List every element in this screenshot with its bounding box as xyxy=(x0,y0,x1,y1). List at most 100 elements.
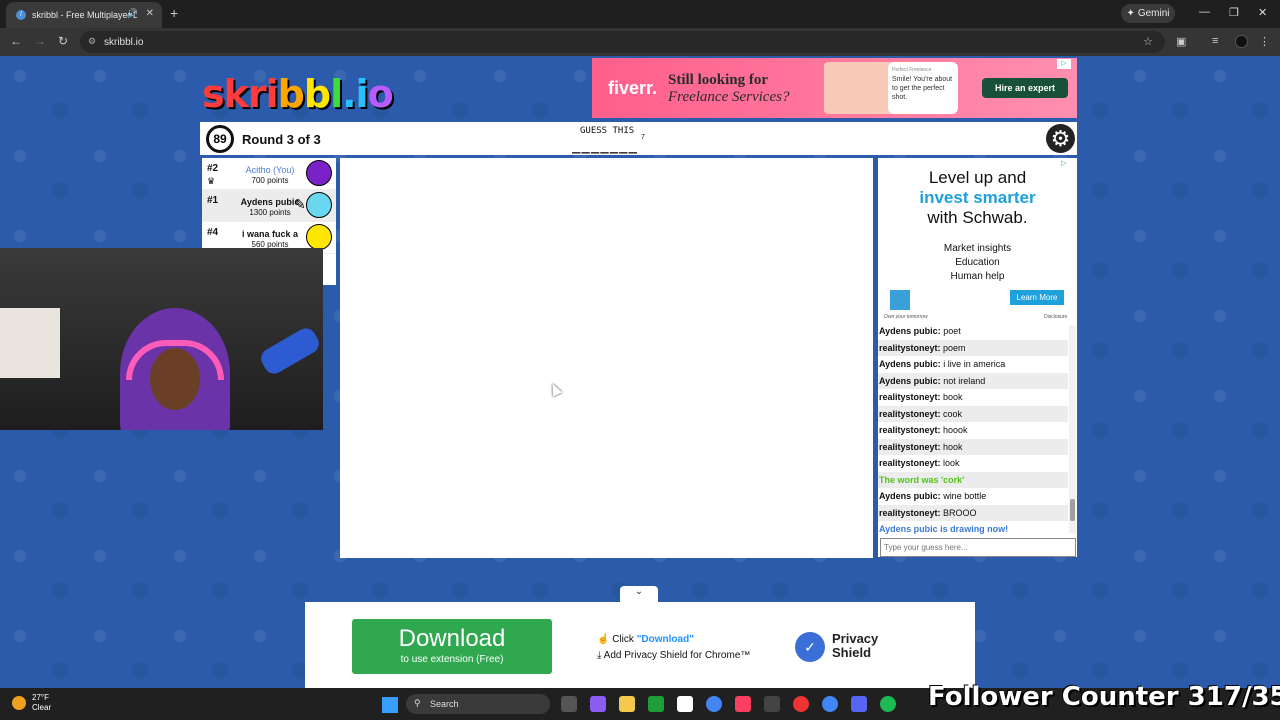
chat-text: hook xyxy=(940,441,963,452)
chat-message: Aydens pubic: poet xyxy=(878,323,1068,340)
fiverr-headline-line1: Still looking for xyxy=(668,72,769,88)
schwab-logo xyxy=(890,290,910,310)
learn-more-button[interactable]: Learn More xyxy=(1010,290,1064,305)
schwab-item: Education xyxy=(955,257,1000,268)
bookmark-star-icon[interactable]: ☆ xyxy=(1143,35,1153,48)
fiverr-bubble: Perfect Freelance Smile! You're about to… xyxy=(888,62,958,114)
new-tab-button[interactable]: + xyxy=(170,5,178,21)
chat-text: BROOO xyxy=(940,507,977,518)
step1-link: "Download" xyxy=(636,634,694,645)
schwab-headline: Level up and invest smarter with Schwab. xyxy=(878,168,1077,228)
windows-start-icon[interactable] xyxy=(382,697,398,713)
spotify-icon[interactable] xyxy=(880,696,896,712)
menu-icon[interactable]: ⋮ xyxy=(1259,35,1270,48)
chat-log: Aydens pubic: poet realitystoneyt: poem … xyxy=(878,323,1077,535)
weather-temp: 27°F xyxy=(32,693,49,702)
site-info-icon[interactable]: ⚙ xyxy=(88,36,96,47)
reload-icon[interactable]: ↻ xyxy=(58,34,68,48)
download-button[interactable]: Download to use extension (Free) xyxy=(352,619,552,674)
cam-background-poster xyxy=(0,308,60,378)
profile-avatar[interactable] xyxy=(1235,35,1248,48)
gemini-label: Gemini xyxy=(1137,8,1170,19)
schwab-item: Human help xyxy=(950,271,1005,282)
media-control-icon[interactable]: ≡ xyxy=(1212,35,1218,47)
settings-gear-icon[interactable]: ⚙ xyxy=(1046,124,1075,153)
file-explorer-icon[interactable] xyxy=(619,696,635,712)
taskbar-search[interactable]: ⚲ Search xyxy=(406,694,550,714)
fiverr-ad[interactable]: fiverr. Still looking for Freelance Serv… xyxy=(592,58,1077,118)
download-label: Download xyxy=(398,625,506,652)
crown-icon: ♛ xyxy=(207,176,216,186)
app-icon[interactable] xyxy=(764,696,780,712)
player-row[interactable]: #2 ♛ Acitho (You) 700 points xyxy=(202,158,336,190)
schwab-tagline: Own your tomorrow xyxy=(884,314,928,320)
forward-icon[interactable]: → xyxy=(34,34,46,48)
gemini-button[interactable]: ✦ Gemini xyxy=(1121,4,1175,23)
store-icon[interactable] xyxy=(677,696,693,712)
app-red-icon[interactable] xyxy=(793,696,809,712)
chat-scrollbar[interactable] xyxy=(1069,325,1076,533)
follower-counter-overlay: Follower Counter 317/350 xyxy=(928,682,1280,712)
game-header: 89 Round 3 of 3 GUESS THIS _______ 7 ⚙ xyxy=(200,122,1077,155)
player-points: 700 points xyxy=(251,176,289,185)
music-icon[interactable] xyxy=(735,696,751,712)
chat-message: realitystoneyt: BROOO xyxy=(878,504,1068,521)
fiverr-headline: Still looking for Freelance Services? xyxy=(668,72,789,106)
chat-message: realitystoneyt: cook xyxy=(878,405,1068,422)
chat-text: wine bottle xyxy=(940,491,987,501)
back-icon[interactable]: ← xyxy=(10,34,22,48)
disclosure-link[interactable]: Disclosure xyxy=(1044,314,1067,320)
pencil-icon: ✎ xyxy=(294,196,306,212)
weather-widget[interactable]: 27°F Clear xyxy=(12,693,51,713)
privacy-shield-banner: Download to use extension (Free) ☝ Click… xyxy=(305,602,975,688)
guess-input[interactable] xyxy=(880,538,1076,557)
word-hint: _______ xyxy=(572,138,639,154)
player-rank: #2 xyxy=(207,163,219,174)
scrollbar-thumb[interactable] xyxy=(1070,499,1075,521)
chrome-icon[interactable] xyxy=(706,696,722,712)
player-row[interactable]: #1 Aydens pubic 1300 points ✎ xyxy=(202,190,336,222)
chat-message: realitystoneyt: hoook xyxy=(878,422,1068,439)
minimize-icon[interactable]: — xyxy=(1199,6,1210,18)
taskbar-search-label: Search xyxy=(430,699,459,709)
chat-text: hoook xyxy=(940,425,968,435)
ad-choices-icon[interactable]: ▷ xyxy=(1057,59,1071,69)
xbox-icon[interactable] xyxy=(648,696,664,712)
webcam-overlay xyxy=(0,248,323,430)
close-window-icon[interactable]: ✕ xyxy=(1258,6,1267,19)
chat-message: Aydens pubic: not ireland xyxy=(878,372,1068,389)
schwab-item: Market insights xyxy=(943,243,1012,254)
maximize-icon[interactable]: ❐ xyxy=(1229,6,1239,19)
word-length: 7 xyxy=(641,134,645,141)
chat-user: realitystoneyt: xyxy=(879,441,941,452)
install-steps: ☝ Click "Download" ⤓ Add Privacy Shield … xyxy=(597,632,750,664)
schwab-line2: invest smarter xyxy=(919,188,1036,207)
avatar xyxy=(306,192,332,218)
task-view-icon[interactable] xyxy=(561,696,577,712)
fiverr-bubble-small: Perfect Freelance xyxy=(892,67,932,73)
weather-condition: Clear xyxy=(32,703,52,712)
browser-tab[interactable]: / skribbl - Free Multiplayer D 🔊 ✕ xyxy=(6,2,162,28)
avatar xyxy=(306,160,332,186)
copilot-icon[interactable] xyxy=(590,696,606,712)
drawing-canvas[interactable] xyxy=(340,158,873,558)
chat-message: realitystoneyt: hook xyxy=(878,438,1068,455)
extensions-icon[interactable]: ▣ xyxy=(1176,35,1186,48)
address-bar[interactable]: ⚙ skribbl.io xyxy=(80,31,1165,53)
weather-sun-icon xyxy=(12,696,26,710)
schwab-ad[interactable]: Level up and invest smarter with Schwab.… xyxy=(878,158,1077,323)
skribbl-favicon-icon: / xyxy=(16,10,26,20)
skribbl-logo: skribbl.io xyxy=(202,72,394,116)
chrome-active-icon[interactable] xyxy=(822,696,838,712)
step2-text: Add Privacy Shield for Chrome™ xyxy=(603,650,751,661)
discord-icon[interactable] xyxy=(851,696,867,712)
hire-expert-button[interactable]: Hire an expert xyxy=(982,78,1068,98)
ad-choices-icon[interactable]: ▷ xyxy=(1057,159,1071,169)
close-tab-icon[interactable]: ✕ xyxy=(146,8,154,19)
fiverr-brand: fiverr. xyxy=(608,78,658,98)
timer-clock: 89 xyxy=(206,125,234,153)
player-points: 1300 points xyxy=(249,208,291,217)
chevron-down-icon[interactable]: ⌄ xyxy=(620,586,658,602)
browser-tabbar: / skribbl - Free Multiplayer D 🔊 ✕ + ✦ Ge… xyxy=(0,0,1280,28)
speaker-icon[interactable]: 🔊 xyxy=(127,8,138,19)
